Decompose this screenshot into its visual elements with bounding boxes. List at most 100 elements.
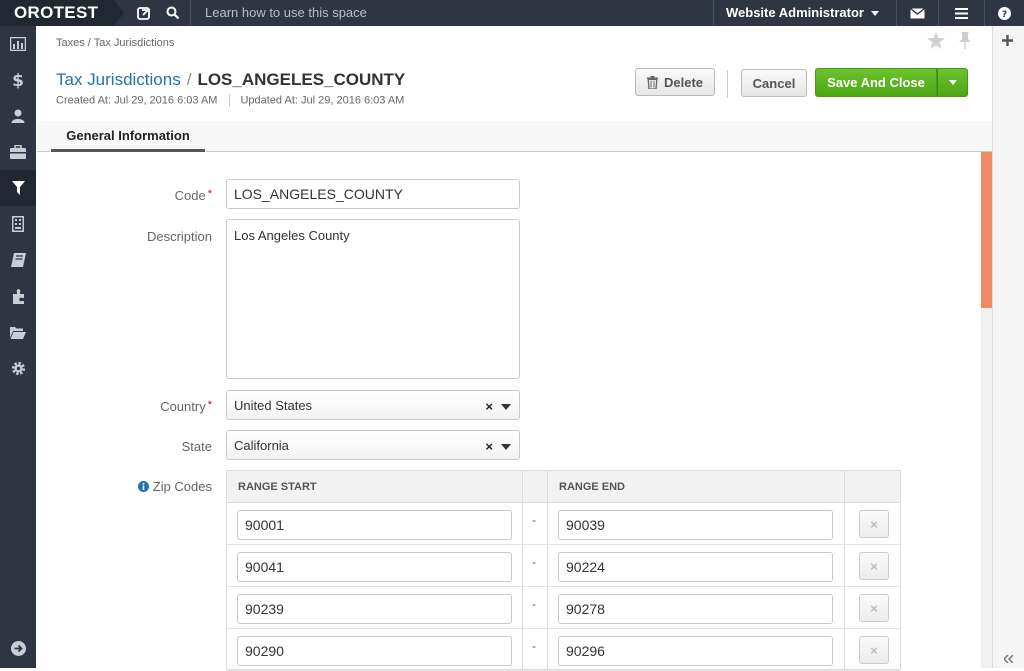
page-title: Tax Jurisdictions / LOS_ANGELES_COUNTY bbox=[56, 70, 405, 90]
sales-icon[interactable]: $ bbox=[0, 62, 36, 98]
country-select[interactable]: United States × bbox=[226, 390, 520, 420]
close-icon: × bbox=[870, 600, 878, 616]
reports-icon[interactable] bbox=[0, 206, 36, 242]
taxes-icon[interactable] bbox=[0, 242, 36, 278]
chevron-down-icon[interactable] bbox=[501, 444, 511, 450]
description-label: Description bbox=[146, 229, 212, 244]
delete-button-label: Delete bbox=[663, 74, 704, 90]
country-label-text: Country bbox=[160, 399, 206, 414]
cancel-button-label: Cancel bbox=[752, 75, 796, 91]
dashboard-icon[interactable] bbox=[0, 26, 36, 62]
title-separator: / bbox=[186, 70, 192, 89]
system-icon[interactable] bbox=[0, 278, 36, 314]
topbar-divider bbox=[984, 0, 985, 26]
code-label: Code * bbox=[52, 188, 212, 203]
plus-icon[interactable] bbox=[1002, 34, 1013, 49]
table-header: RANGE START RANGE END bbox=[227, 471, 900, 503]
code-field[interactable]: LOS_ANGELES_COUNTY bbox=[226, 179, 520, 209]
state-select[interactable]: California × bbox=[226, 430, 520, 460]
description-field-value: Los Angeles County bbox=[234, 228, 350, 243]
close-icon: × bbox=[870, 642, 878, 658]
chevron-down-icon[interactable] bbox=[501, 404, 511, 410]
marketing-icon[interactable] bbox=[0, 170, 36, 206]
updated-at: Updated At: Jul 29, 2016 6:03 AM bbox=[240, 94, 405, 107]
close-icon: × bbox=[870, 516, 878, 532]
table-row: 90290 - 90296 × bbox=[227, 629, 900, 671]
app-brand[interactable]: OROTEST bbox=[0, 0, 124, 26]
search-icon[interactable] bbox=[160, 0, 186, 26]
pin-icon[interactable] bbox=[958, 32, 972, 52]
right-sidebar bbox=[992, 26, 1024, 668]
created-at: Created At: Jul 29, 2016 6:03 AM bbox=[56, 94, 218, 107]
products-icon[interactable] bbox=[0, 134, 36, 170]
entity-name: LOS_ANGELES_COUNTY bbox=[197, 70, 406, 89]
star-icon[interactable] bbox=[927, 32, 945, 52]
zip-codes-label-text: Zip Codes bbox=[152, 479, 212, 494]
range-start-input[interactable]: 90239 bbox=[237, 594, 512, 624]
record-metadata: Created At: Jul 29, 2016 6:03 AM Updated … bbox=[56, 94, 404, 107]
range-dash: - bbox=[532, 555, 536, 569]
required-marker: * bbox=[207, 399, 212, 411]
action-divider bbox=[727, 70, 728, 98]
code-label-text: Code bbox=[174, 188, 206, 203]
help-icon[interactable]: ? bbox=[992, 0, 1016, 26]
breadcrumb: Taxes / Tax Jurisdictions bbox=[56, 37, 175, 49]
save-and-close-button[interactable]: Save And Close bbox=[815, 68, 937, 97]
range-end-input[interactable]: 90224 bbox=[558, 552, 833, 582]
entity-index-link[interactable]: Tax Jurisdictions bbox=[56, 70, 181, 89]
delete-button[interactable]: Delete bbox=[635, 68, 715, 96]
cancel-button[interactable]: Cancel bbox=[741, 69, 807, 97]
tasks-icon[interactable] bbox=[132, 0, 156, 26]
expand-sidebar-icon[interactable] bbox=[0, 630, 36, 666]
zip-codes-table: RANGE START RANGE END 90001 - 90039 × 90… bbox=[226, 470, 901, 671]
range-dash: - bbox=[532, 639, 536, 653]
scrollbar-thumb[interactable] bbox=[981, 152, 992, 308]
zip-codes-label: Zip Codes bbox=[52, 479, 212, 495]
tab-general-information[interactable]: General Information bbox=[51, 121, 205, 152]
range-end-header: RANGE END bbox=[559, 481, 626, 493]
table-row: 90041 - 90224 × bbox=[227, 545, 900, 587]
top-navigation-bar: OROTEST Learn how to use this space Webs… bbox=[0, 0, 1024, 26]
folder-open-icon[interactable] bbox=[0, 314, 36, 350]
remove-row-button[interactable]: × bbox=[859, 552, 889, 580]
topbar-divider bbox=[190, 0, 191, 26]
range-end-input[interactable]: 90296 bbox=[558, 636, 833, 666]
svg-text:?: ? bbox=[1001, 10, 1006, 20]
range-end-input[interactable]: 90039 bbox=[558, 510, 833, 540]
range-start-input[interactable]: 90001 bbox=[237, 510, 512, 540]
user-name: Website Administrator bbox=[726, 5, 864, 20]
close-icon: × bbox=[870, 558, 878, 574]
main-menu-sidebar: $ bbox=[0, 26, 36, 668]
remove-row-button[interactable]: × bbox=[859, 636, 889, 664]
search-input[interactable]: Learn how to use this space bbox=[205, 0, 367, 26]
range-start-input[interactable]: 90041 bbox=[237, 552, 512, 582]
topbar-divider bbox=[713, 0, 714, 26]
settings-icon[interactable] bbox=[0, 350, 36, 386]
collapse-double-left-icon[interactable] bbox=[1002, 651, 1014, 666]
remove-row-button[interactable]: × bbox=[859, 594, 889, 622]
clear-icon[interactable]: × bbox=[485, 399, 493, 414]
clear-icon[interactable]: × bbox=[485, 439, 493, 454]
code-field-value: LOS_ANGELES_COUNTY bbox=[234, 186, 403, 202]
description-field[interactable]: Los Angeles County bbox=[226, 219, 520, 379]
customers-icon[interactable] bbox=[0, 98, 36, 134]
table-row: 90001 - 90039 × bbox=[227, 503, 900, 545]
tabs-bar: General Information bbox=[37, 121, 992, 152]
range-end-input[interactable]: 90278 bbox=[558, 594, 833, 624]
required-marker: * bbox=[207, 188, 212, 200]
range-dash: - bbox=[532, 513, 536, 527]
range-start-input[interactable]: 90290 bbox=[237, 636, 512, 666]
envelope-icon[interactable] bbox=[904, 0, 930, 26]
save-button-label: Save And Close bbox=[827, 75, 925, 90]
range-start-header: RANGE START bbox=[238, 481, 317, 493]
svg-text:$: $ bbox=[12, 71, 24, 89]
save-options-dropdown[interactable] bbox=[937, 68, 968, 97]
menu-icon[interactable] bbox=[949, 0, 973, 26]
remove-row-button[interactable]: × bbox=[859, 510, 889, 538]
range-dash: - bbox=[532, 597, 536, 611]
state-label: State bbox=[181, 439, 212, 454]
user-menu[interactable]: Website Administrator bbox=[726, 0, 879, 26]
trash-icon bbox=[646, 75, 658, 89]
info-icon[interactable] bbox=[137, 480, 149, 495]
topbar-divider bbox=[896, 0, 897, 26]
